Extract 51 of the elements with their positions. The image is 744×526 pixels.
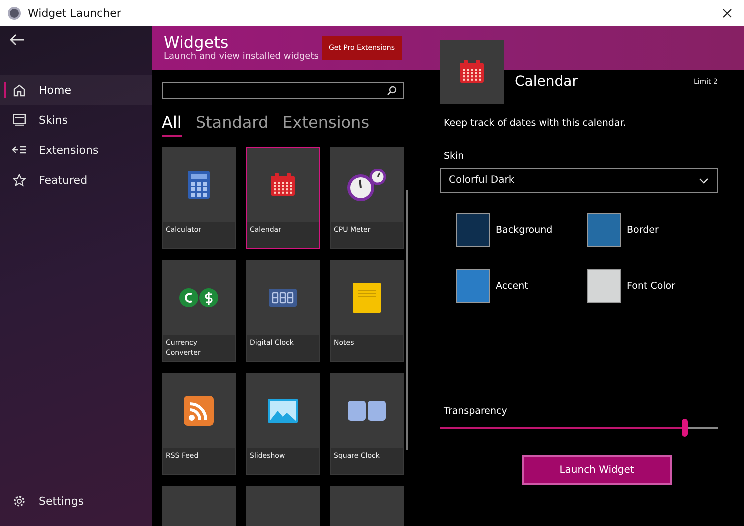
page-title: Widgets (164, 34, 230, 52)
color-swatch[interactable] (456, 213, 490, 247)
launch-widget-button[interactable]: Launch Widget (522, 455, 672, 485)
square-clocks-icon (347, 400, 387, 422)
window-icon (12, 114, 26, 126)
nav-item[interactable]: Skins (0, 105, 152, 135)
settings-icon (12, 494, 26, 508)
widget-tile[interactable] (330, 486, 404, 526)
back-arrow-icon (10, 34, 24, 46)
color-label: Accent (496, 280, 528, 292)
slider-thumb[interactable] (682, 419, 688, 437)
color-label: Font Color (627, 280, 676, 292)
scrollbar[interactable] (406, 190, 408, 450)
search-icon (387, 86, 397, 96)
nav-item[interactable]: Extensions (0, 135, 152, 165)
rss-icon (184, 396, 214, 426)
digital-display-icon (269, 289, 297, 307)
color-swatch[interactable] (456, 269, 490, 303)
page-subtitle: Launch and view installed widgets (164, 52, 319, 62)
color-label: Border (627, 224, 659, 236)
skin-dropdown[interactable]: Colorful Dark (440, 168, 718, 193)
app-icon (8, 6, 21, 20)
star-icon (12, 174, 26, 186)
calendar-icon (270, 173, 296, 197)
settings-item[interactable]: Settings (0, 486, 152, 516)
skin-label: Skin (444, 151, 466, 162)
color-swatch[interactable] (587, 213, 621, 247)
note-icon (353, 283, 381, 313)
widget-name: Calendar (515, 74, 579, 92)
gauge-icon (347, 169, 387, 201)
nav-item[interactable]: Home (0, 75, 152, 105)
filter-tab[interactable]: All (162, 113, 182, 137)
window-title: Widget Launcher (28, 6, 122, 20)
transparency-label: Transparency (444, 406, 508, 417)
filter-tab[interactable]: Extensions (282, 113, 370, 137)
chevron-down-icon (699, 178, 709, 184)
filter-tab[interactable]: Standard (196, 113, 269, 137)
widget-tile[interactable] (246, 486, 320, 526)
calendar-icon (459, 60, 485, 84)
nav-item[interactable]: Featured (0, 165, 152, 195)
color-swatch[interactable] (587, 269, 621, 303)
picture-icon (268, 399, 298, 423)
currency-coins-icon (179, 288, 219, 308)
home-icon (12, 84, 26, 96)
color-label: Background (496, 224, 553, 236)
calculator-icon (188, 171, 210, 199)
search-field[interactable] (162, 82, 404, 99)
arrow-list-icon (12, 145, 26, 155)
widget-description: Keep track of dates with this calendar. (444, 118, 628, 129)
close-icon (723, 9, 732, 18)
widget-tile[interactable] (162, 486, 236, 526)
